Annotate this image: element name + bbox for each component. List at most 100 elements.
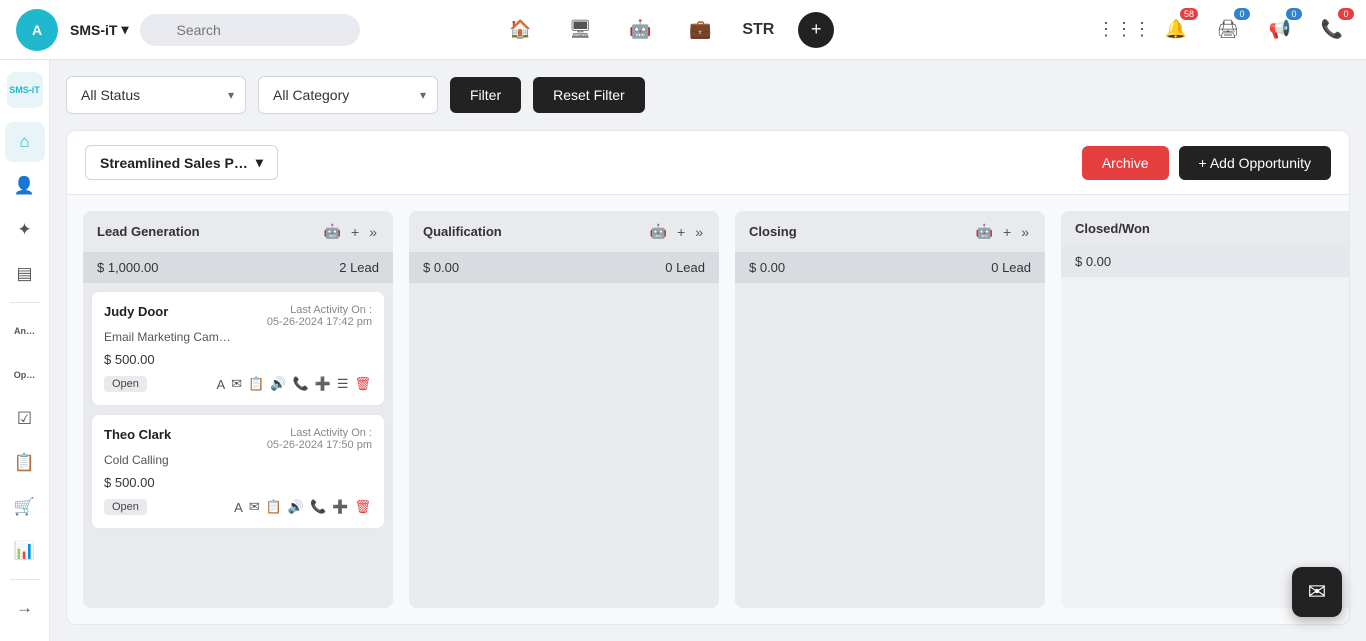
card-tool-file-theo[interactable]: 📋 xyxy=(265,498,283,516)
card-tool-add-theo[interactable]: ➕ xyxy=(331,498,349,516)
sidebar-item-cart[interactable]: 🛒 xyxy=(5,487,45,527)
card-tool-audio-theo[interactable]: 🔊 xyxy=(287,498,305,516)
col-actions-qualification: 🤖 + » xyxy=(648,221,705,242)
add-opportunity-button[interactable]: + Add Opportunity xyxy=(1179,146,1331,180)
card-amount-judy: $ 500.00 xyxy=(104,352,372,367)
search-container: 🔍 xyxy=(140,14,360,46)
kanban-col-closed-won: Closed/Won $ 0.00 xyxy=(1061,211,1349,608)
sidebar-item-calendar[interactable]: ☑ xyxy=(5,399,45,439)
card-tool-a-judy[interactable]: A xyxy=(216,376,227,393)
card-tool-a-theo[interactable]: A xyxy=(233,499,244,516)
card-activity-time-theo: 05-26-2024 17:50 pm xyxy=(267,439,372,451)
card-tool-delete-theo[interactable]: 🗑 xyxy=(353,498,372,516)
col-title-closing: Closing xyxy=(749,224,968,239)
card-tool-add-judy[interactable]: ➕ xyxy=(314,375,332,393)
card-name-theo: Theo Clark xyxy=(104,427,171,442)
megaphone-badge: 0 xyxy=(1286,8,1302,20)
nav-right-icons: ⋮⋮⋮ 🔔58 🖨0 📢0 📞0 xyxy=(1106,12,1350,48)
sidebar-logo-text: SMS-iT xyxy=(9,86,40,95)
thin-sidebar: SMS-iT ⌂ 👤 ✦ ▤ An… Op… ☑ 📋 🛒 📊 → xyxy=(0,60,50,641)
sidebar-item-opportunities[interactable]: Op… xyxy=(5,355,45,395)
card-amount-theo: $ 500.00 xyxy=(104,475,372,490)
robot-nav-icon[interactable]: 🤖 xyxy=(622,12,658,48)
col-expand-icon-closing[interactable]: » xyxy=(1019,222,1031,242)
card-tools-theo: A ✉ 📋 🔊 📞 ➕ 🗑 xyxy=(233,498,372,516)
pipeline-title-button[interactable]: Streamlined Sales P… ▾ xyxy=(85,145,278,180)
kanban-col-closing: Closing 🤖 + » $ 0.00 0 Lead xyxy=(735,211,1045,608)
card-tool-email-judy[interactable]: ✉ xyxy=(230,375,243,393)
col-stats-closed-won: $ 0.00 xyxy=(1061,246,1349,277)
sidebar-item-user[interactable]: 👤 xyxy=(5,166,45,206)
phone-badge: 0 xyxy=(1338,8,1354,20)
monitor-nav-icon[interactable]: 🖥 xyxy=(562,12,598,48)
card-tool-phone-theo[interactable]: 📞 xyxy=(309,498,327,516)
card-tool-file-judy[interactable]: 📋 xyxy=(247,375,265,393)
top-navigation: A SMS-iT ▾ 🔍 🏠 🖥 🤖 💼 STR + ⋮⋮⋮ 🔔58 🖨0 📢0… xyxy=(0,0,1366,60)
card-tools-judy: A ✉ 📋 🔊 📞 ➕ ☰ 🗑 xyxy=(216,375,373,393)
card-footer-theo: Open A ✉ 📋 🔊 📞 ➕ 🗑 xyxy=(104,498,372,516)
add-nav-button[interactable]: + xyxy=(798,12,834,48)
col-robot-icon-closing[interactable]: 🤖 xyxy=(974,221,995,242)
card-status-theo: Open xyxy=(104,499,147,515)
grid-nav-icon[interactable]: ⋮⋮⋮ xyxy=(1106,12,1142,48)
sidebar-item-steps[interactable]: ▤ xyxy=(5,254,45,294)
card-sub-judy: Email Marketing Cam… xyxy=(104,330,372,344)
card-tool-list-judy[interactable]: ☰ xyxy=(336,375,350,393)
home-nav-icon[interactable]: 🏠 xyxy=(502,12,538,48)
sidebar-divider-2 xyxy=(10,579,40,580)
pipeline-container: Streamlined Sales P… ▾ Archive + Add Opp… xyxy=(66,130,1350,625)
col-expand-icon-lead-generation[interactable]: » xyxy=(367,222,379,242)
search-input[interactable] xyxy=(140,14,360,46)
printer-nav-icon[interactable]: 🖨0 xyxy=(1210,12,1246,48)
sidebar-item-charts[interactable]: 📊 xyxy=(5,531,45,571)
col-cards-qualification xyxy=(409,283,719,299)
col-actions-closing: 🤖 + » xyxy=(974,221,1031,242)
sidebar-item-reports[interactable]: 📋 xyxy=(5,443,45,483)
messages-nav-icon[interactable]: 🔔58 xyxy=(1158,12,1194,48)
col-expand-icon-qualification[interactable]: » xyxy=(693,222,705,242)
card-judy-door: Judy Door Last Activity On : 05-26-2024 … xyxy=(91,291,385,406)
kanban-col-qualification: Qualification 🤖 + » $ 0.00 0 Lead xyxy=(409,211,719,608)
sidebar-item-network[interactable]: ✦ xyxy=(5,210,45,250)
status-select[interactable]: All Status xyxy=(66,76,246,114)
col-robot-icon-lead-generation[interactable]: 🤖 xyxy=(322,221,343,242)
col-add-icon-closing[interactable]: + xyxy=(1001,222,1013,242)
chat-fab-icon: ✉ xyxy=(1308,579,1326,605)
card-status-judy: Open xyxy=(104,376,147,392)
col-robot-icon-qualification[interactable]: 🤖 xyxy=(648,221,669,242)
col-add-icon-lead-generation[interactable]: + xyxy=(349,222,361,242)
col-title-lead-generation: Lead Generation xyxy=(97,224,316,239)
kanban-col-lead-generation: Lead Generation 🤖 + » $ 1,000.00 2 Lead xyxy=(83,211,393,608)
status-select-wrap: All Status ▾ xyxy=(66,76,246,114)
category-select-wrap: All Category ▾ xyxy=(258,76,438,114)
phone-nav-icon[interactable]: 📞0 xyxy=(1314,12,1350,48)
megaphone-nav-icon[interactable]: 📢0 xyxy=(1262,12,1298,48)
sidebar-item-home[interactable]: ⌂ xyxy=(5,122,45,162)
card-sub-theo: Cold Calling xyxy=(104,453,372,467)
card-tool-audio-judy[interactable]: 🔊 xyxy=(269,375,287,393)
printer-badge: 0 xyxy=(1234,8,1250,20)
card-tool-phone-judy[interactable]: 📞 xyxy=(291,375,309,393)
card-tool-delete-judy[interactable]: 🗑 xyxy=(353,375,372,393)
sidebar-item-logout[interactable]: → xyxy=(5,588,45,628)
col-amount-lead-generation: $ 1,000.00 xyxy=(97,260,158,275)
brand-name[interactable]: SMS-iT ▾ xyxy=(70,21,128,38)
card-header-theo: Theo Clark Last Activity On : 05-26-2024… xyxy=(104,427,372,451)
col-header-qualification: Qualification 🤖 + » xyxy=(409,211,719,252)
card-header-judy: Judy Door Last Activity On : 05-26-2024 … xyxy=(104,304,372,328)
sidebar-divider-1 xyxy=(10,302,40,303)
reset-filter-button[interactable]: Reset Filter xyxy=(533,77,645,113)
brand-caret-icon: ▾ xyxy=(121,21,128,38)
col-stats-qualification: $ 0.00 0 Lead xyxy=(409,252,719,283)
col-add-icon-qualification[interactable]: + xyxy=(675,222,687,242)
archive-button[interactable]: Archive xyxy=(1082,146,1169,180)
chat-fab-button[interactable]: ✉ xyxy=(1292,567,1342,617)
card-activity-label-judy: Last Activity On : xyxy=(267,304,372,316)
briefcase-nav-icon[interactable]: 💼 xyxy=(682,12,718,48)
filter-button[interactable]: Filter xyxy=(450,77,521,113)
pipeline-title-chevron-icon: ▾ xyxy=(256,154,263,171)
col-stats-closing: $ 0.00 0 Lead xyxy=(735,252,1045,283)
card-tool-email-theo[interactable]: ✉ xyxy=(248,498,261,516)
category-select[interactable]: All Category xyxy=(258,76,438,114)
sidebar-item-analytics[interactable]: An… xyxy=(5,311,45,351)
